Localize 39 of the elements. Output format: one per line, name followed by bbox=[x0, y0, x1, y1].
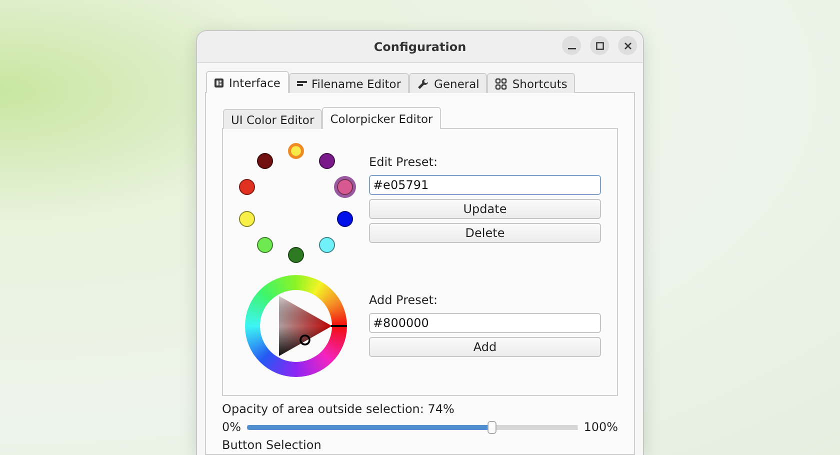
slider-max-label: 100% bbox=[584, 420, 618, 434]
tab[interactable]: Shortcuts bbox=[487, 73, 576, 93]
lines-icon bbox=[296, 81, 306, 86]
preset-action-button[interactable]: Delete bbox=[369, 223, 601, 243]
tab[interactable]: Colorpicker Editor bbox=[322, 107, 441, 129]
color-preset-swatch[interactable] bbox=[337, 178, 354, 195]
add-preset-field[interactable]: #800000 bbox=[369, 313, 601, 333]
opacity-label: Opacity of area outside selection: 74% bbox=[222, 402, 456, 416]
color-preset-swatch[interactable] bbox=[318, 152, 335, 169]
close-icon bbox=[624, 42, 632, 50]
tab[interactable]: UI Color Editor bbox=[223, 109, 322, 129]
color-preset-swatch[interactable] bbox=[337, 211, 354, 228]
section-heading: Button Selection bbox=[222, 438, 322, 452]
edit-preset-label: Edit Preset: bbox=[369, 155, 439, 169]
color-preset-swatch[interactable] bbox=[238, 178, 255, 195]
preset-action-button[interactable]: Update bbox=[369, 199, 601, 219]
color-preset-swatch[interactable] bbox=[288, 143, 304, 159]
color-preset-swatch[interactable] bbox=[318, 237, 335, 254]
tab[interactable]: Filename Editor bbox=[288, 73, 410, 93]
minimize-icon bbox=[568, 48, 576, 50]
maximize-icon bbox=[596, 42, 604, 50]
maximize-button[interactable] bbox=[590, 36, 609, 55]
minimize-button[interactable] bbox=[562, 36, 581, 55]
slider-min-label: 0% bbox=[222, 420, 242, 434]
slider-handle[interactable] bbox=[487, 420, 496, 434]
close-button[interactable] bbox=[618, 36, 637, 55]
color-preset-swatch[interactable] bbox=[257, 152, 274, 169]
color-preset-swatch[interactable] bbox=[288, 247, 304, 263]
panel-icon bbox=[214, 78, 224, 88]
add-preset-label: Add Preset: bbox=[369, 293, 439, 307]
color-preset-swatch[interactable] bbox=[238, 211, 255, 228]
window-title: Configuration bbox=[374, 40, 466, 54]
grid-icon bbox=[495, 78, 508, 90]
wrench-icon bbox=[417, 78, 430, 90]
color-preset-swatch[interactable] bbox=[257, 237, 274, 254]
add-button[interactable]: Add bbox=[369, 337, 601, 357]
tab[interactable]: General bbox=[409, 73, 488, 93]
tab[interactable]: Interface bbox=[206, 71, 288, 93]
edit-preset-field[interactable]: #e05791 bbox=[369, 175, 601, 195]
